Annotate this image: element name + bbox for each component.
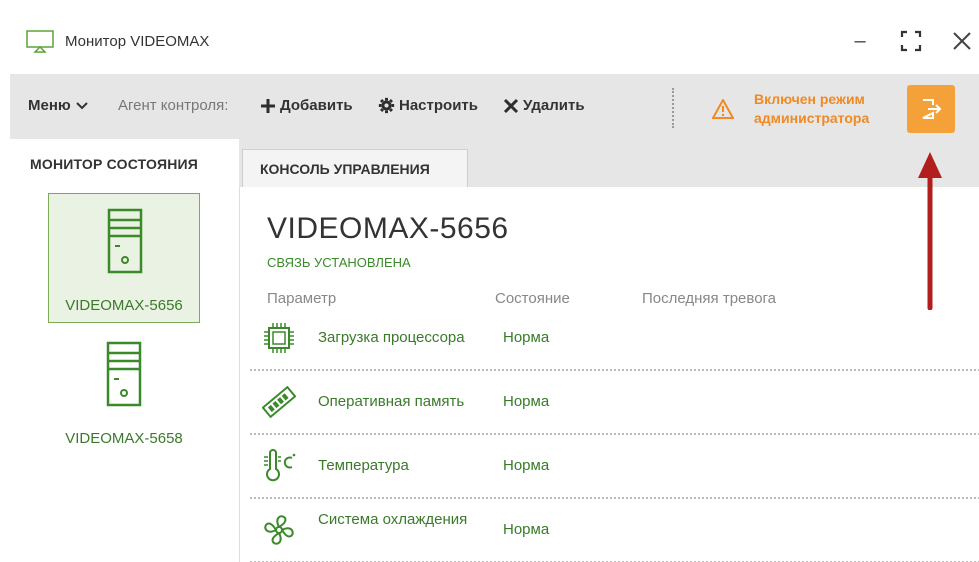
column-header-parameter: Параметр: [267, 290, 337, 307]
cpu-icon: [264, 323, 294, 353]
menu-label: Меню: [28, 97, 71, 114]
agent-label: Агент контроля:: [118, 97, 229, 114]
delete-button[interactable]: Удалить: [503, 97, 585, 114]
table-row[interactable]: Система охлаждения Норма: [250, 499, 979, 562]
delete-label: Удалить: [523, 97, 585, 114]
row-state: Норма: [503, 393, 550, 410]
fan-icon: [264, 515, 294, 545]
add-button[interactable]: Добавить: [260, 97, 353, 114]
connection-status: СВЯЗЬ УСТАНОВЛЕНА: [267, 255, 411, 270]
column-header-last-alarm: Последняя тревога: [642, 290, 777, 307]
column-header-state: Состояние: [495, 290, 570, 307]
close-icon: [953, 32, 971, 50]
row-state: Норма: [503, 329, 550, 346]
configure-button[interactable]: Настроить: [378, 97, 478, 114]
minimize-button[interactable]: –: [847, 28, 873, 54]
host-title: VIDEOMAX-5656: [267, 212, 509, 245]
tab-control-console-label: КОНСОЛЬ УПРАВЛЕНИЯ: [260, 161, 430, 177]
close-button[interactable]: [949, 28, 975, 54]
toolbar-separator: [672, 88, 674, 128]
row-state: Норма: [503, 521, 550, 538]
configure-label: Настроить: [399, 97, 478, 114]
chevron-down-icon: [76, 101, 88, 109]
device-item-5658[interactable]: VIDEOMAX-5658: [48, 327, 200, 457]
memory-icon: [262, 385, 296, 419]
row-parameter: Оперативная память: [318, 393, 465, 410]
table-row[interactable]: Загрузка процессора Норма: [250, 307, 979, 371]
annotation-arrow: [918, 152, 942, 310]
menu-button[interactable]: Меню: [28, 97, 89, 114]
logout-icon: [922, 99, 942, 119]
row-state: Норма: [503, 457, 550, 474]
device-label: VIDEOMAX-5656: [65, 297, 183, 314]
device-label: VIDEOMAX-5658: [65, 430, 183, 447]
add-label: Добавить: [280, 97, 353, 114]
server-icon: [107, 208, 143, 274]
window-title: Монитор VIDEOMAX: [65, 33, 210, 50]
close-x-icon: [503, 98, 519, 113]
tab-status-monitor-label: МОНИТОР СОСТОЯНИЯ: [30, 156, 199, 172]
tab-status-monitor[interactable]: МОНИТОР СОСТОЯНИЯ: [10, 139, 239, 187]
toolbar: Меню Агент контроля: Добавить Настроить …: [10, 74, 979, 139]
plus-icon: [261, 98, 275, 113]
row-parameter: Загрузка процессора: [318, 329, 465, 346]
warning-icon: [712, 99, 734, 119]
row-parameter: Температура: [318, 457, 409, 474]
maximize-button[interactable]: [898, 28, 924, 54]
maximize-icon: [900, 30, 922, 52]
server-icon: [106, 341, 142, 407]
gear-icon: [378, 97, 395, 114]
tab-control-console[interactable]: КОНСОЛЬ УПРАВЛЕНИЯ: [242, 149, 468, 187]
table-row[interactable]: Оперативная память Норма: [250, 371, 979, 435]
admin-mode-indicator: Включен режим администратора: [754, 91, 870, 126]
admin-exit-button[interactable]: [907, 85, 955, 133]
device-list: VIDEOMAX-5656 VIDEOMAX-5658: [10, 187, 239, 562]
table-row[interactable]: Температура Норма: [250, 435, 979, 499]
row-parameter: Система охлаждения: [318, 511, 468, 528]
device-item-5656[interactable]: VIDEOMAX-5656: [48, 193, 200, 323]
title-bar: Монитор VIDEOMAX –: [0, 0, 979, 74]
console-panel: VIDEOMAX-5656 СВЯЗЬ УСТАНОВЛЕНА Параметр…: [239, 187, 979, 562]
monitor-app-icon: [26, 30, 54, 53]
thermometer-icon: [264, 449, 296, 482]
